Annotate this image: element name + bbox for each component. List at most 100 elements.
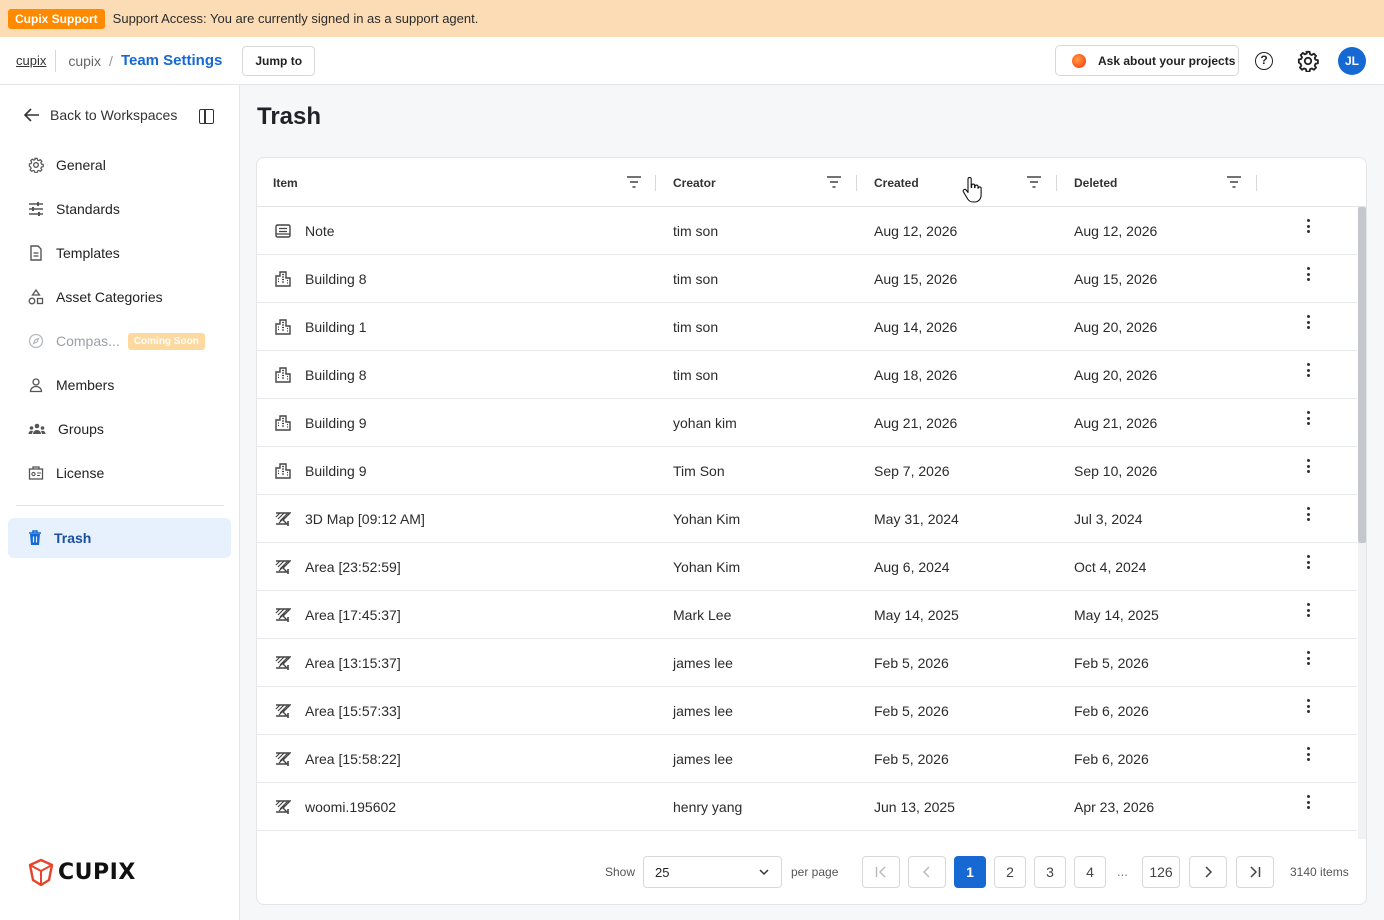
more-options-icon[interactable] bbox=[1304, 219, 1312, 235]
table-row[interactable]: 3D Map [09:12 AM] Yohan Kim May 31, 2024 Ju… bbox=[257, 495, 1357, 543]
page-button-1[interactable]: 1 bbox=[954, 856, 986, 888]
filter-icon[interactable] bbox=[827, 176, 841, 188]
total-items-count: 3140 items bbox=[1290, 865, 1349, 879]
jump-to-button[interactable]: Jump to bbox=[242, 45, 316, 76]
table-row[interactable]: Area [15:57:33] james lee Feb 5, 2026 Feb 6… bbox=[257, 687, 1357, 735]
column-separator[interactable] bbox=[1256, 175, 1257, 191]
last-page-number-button[interactable]: 126 bbox=[1142, 856, 1180, 888]
last-page-button[interactable] bbox=[1236, 856, 1274, 888]
sidebar-item-trash[interactable]: Trash bbox=[8, 518, 231, 558]
per-page-label: per page bbox=[791, 865, 839, 879]
column-separator[interactable] bbox=[856, 175, 857, 191]
user-avatar[interactable]: JL bbox=[1338, 47, 1366, 75]
page-button-3[interactable]: 3 bbox=[1034, 856, 1066, 888]
sidebar-item-members[interactable]: Members bbox=[8, 365, 231, 405]
more-options-icon[interactable] bbox=[1304, 267, 1312, 283]
building-icon bbox=[275, 351, 291, 399]
brand-link[interactable]: cupix bbox=[16, 49, 57, 72]
trash-table-card: Item Creator Created Deleted Note tim son… bbox=[256, 157, 1367, 905]
ask-projects-button[interactable]: Ask about your projects bbox=[1055, 45, 1239, 76]
filter-icon[interactable] bbox=[1027, 176, 1041, 188]
support-banner: Cupix Support Support Access: You are cu… bbox=[0, 0, 1384, 37]
more-options-icon[interactable] bbox=[1304, 555, 1312, 571]
top-bar: cupix cupix / Team Settings Jump to Ask … bbox=[0, 37, 1384, 85]
sidebar-item-general[interactable]: General bbox=[8, 145, 231, 185]
building-icon bbox=[275, 303, 291, 351]
filter-icon[interactable] bbox=[1227, 176, 1241, 188]
support-tag: Cupix Support bbox=[8, 8, 105, 29]
license-icon bbox=[28, 466, 44, 480]
first-page-button[interactable] bbox=[862, 856, 900, 888]
deleted-date: Feb 5, 2026 bbox=[1074, 655, 1149, 671]
sidebar-item-standards[interactable]: Standards bbox=[8, 189, 231, 229]
breadcrumb-parent[interactable]: cupix bbox=[68, 53, 101, 69]
previous-page-button[interactable] bbox=[908, 856, 946, 888]
gear-icon bbox=[28, 157, 44, 173]
arrow-left-icon bbox=[24, 108, 39, 122]
creator-name: Mark Lee bbox=[673, 607, 732, 623]
sidebar-item-templates[interactable]: Templates bbox=[8, 233, 231, 273]
more-options-icon[interactable] bbox=[1304, 315, 1312, 331]
more-options-icon[interactable] bbox=[1304, 795, 1312, 811]
settings-gear-icon[interactable] bbox=[1297, 50, 1319, 72]
sidebar-item-compass: Compas... Coming Soon bbox=[8, 321, 231, 361]
per-page-select[interactable]: 25 bbox=[643, 856, 782, 888]
filter-icon[interactable] bbox=[627, 176, 641, 188]
sidebar-item-license[interactable]: License bbox=[8, 453, 231, 493]
back-to-workspaces-link[interactable]: Back to Workspaces bbox=[24, 107, 177, 123]
chevron-down-icon bbox=[759, 869, 769, 876]
table-row[interactable]: Building 9 Tim Son Sep 7, 2026 Sep 10, 2026 bbox=[257, 447, 1357, 495]
compass-icon bbox=[28, 333, 44, 349]
next-page-button[interactable] bbox=[1189, 856, 1227, 888]
creator-name: james lee bbox=[673, 703, 733, 719]
area-icon bbox=[275, 495, 291, 543]
more-options-icon[interactable] bbox=[1304, 459, 1312, 475]
column-header-label: Item bbox=[273, 175, 298, 190]
more-options-icon[interactable] bbox=[1304, 411, 1312, 427]
collapse-sidebar-icon[interactable] bbox=[199, 109, 214, 124]
table-row[interactable]: Area [17:45:37] Mark Lee May 14, 2025 May 1… bbox=[257, 591, 1357, 639]
created-date: Feb 5, 2026 bbox=[874, 655, 949, 671]
column-header-label: Created bbox=[874, 175, 919, 190]
more-options-icon[interactable] bbox=[1304, 747, 1312, 763]
chevron-left-icon bbox=[922, 866, 930, 878]
page-button-4[interactable]: 4 bbox=[1074, 856, 1106, 888]
more-options-icon[interactable] bbox=[1304, 507, 1312, 523]
item-name: Building 1 bbox=[305, 319, 367, 335]
page-button-2[interactable]: 2 bbox=[994, 856, 1026, 888]
more-options-icon[interactable] bbox=[1304, 363, 1312, 379]
table-row[interactable]: Area [15:58:22] james lee Feb 5, 2026 Feb 6… bbox=[257, 735, 1357, 783]
scrollbar-thumb[interactable] bbox=[1358, 207, 1366, 543]
support-message: Support Access: You are currently signed… bbox=[112, 11, 479, 26]
table-row[interactable]: Building 8 tim son Aug 18, 2026 Aug 20, 202… bbox=[257, 351, 1357, 399]
table-row[interactable]: Area [13:15:37] james lee Feb 5, 2026 Feb 5… bbox=[257, 639, 1357, 687]
column-separator[interactable] bbox=[1056, 175, 1057, 191]
help-icon[interactable]: ? bbox=[1255, 52, 1273, 70]
table-row[interactable]: Note tim son Aug 12, 2026 Aug 12, 2026 bbox=[257, 207, 1357, 255]
creator-name: yohan kim bbox=[673, 415, 737, 431]
column-header-item[interactable]: Item bbox=[273, 158, 657, 207]
table-row[interactable]: Building 9 yohan kim Aug 21, 2026 Aug 21, 2… bbox=[257, 399, 1357, 447]
more-options-icon[interactable] bbox=[1304, 603, 1312, 619]
last-page-icon bbox=[1250, 866, 1261, 878]
show-label: Show bbox=[605, 865, 636, 879]
building-icon bbox=[275, 399, 291, 447]
sidebar-item-asset-categories[interactable]: Asset Categories bbox=[8, 277, 231, 317]
sidebar-item-groups[interactable]: Groups bbox=[8, 409, 231, 449]
table-row[interactable]: Building 8 tim son Aug 15, 2026 Aug 15, 202… bbox=[257, 255, 1357, 303]
more-options-icon[interactable] bbox=[1304, 651, 1312, 667]
deleted-date: Aug 12, 2026 bbox=[1074, 223, 1158, 239]
coming-soon-badge: Coming Soon bbox=[127, 332, 205, 350]
column-separator[interactable] bbox=[655, 175, 656, 191]
deleted-date: May 14, 2025 bbox=[1074, 607, 1159, 623]
deleted-date: Feb 6, 2026 bbox=[1074, 751, 1149, 767]
item-name: Building 8 bbox=[305, 271, 367, 287]
table-row[interactable]: Area [23:52:59] Yohan Kim Aug 6, 2024 Oct 4… bbox=[257, 543, 1357, 591]
creator-name: tim son bbox=[673, 223, 719, 239]
column-header-creator[interactable]: Creator bbox=[673, 158, 857, 207]
table-row[interactable]: woomi.195602 henry yang Jun 13, 2025 Apr 23… bbox=[257, 783, 1357, 831]
column-header-deleted[interactable]: Deleted bbox=[1074, 158, 1258, 207]
more-options-icon[interactable] bbox=[1304, 699, 1312, 715]
note-icon bbox=[275, 207, 291, 255]
table-row[interactable]: Building 1 tim son Aug 14, 2026 Aug 20, 202… bbox=[257, 303, 1357, 351]
